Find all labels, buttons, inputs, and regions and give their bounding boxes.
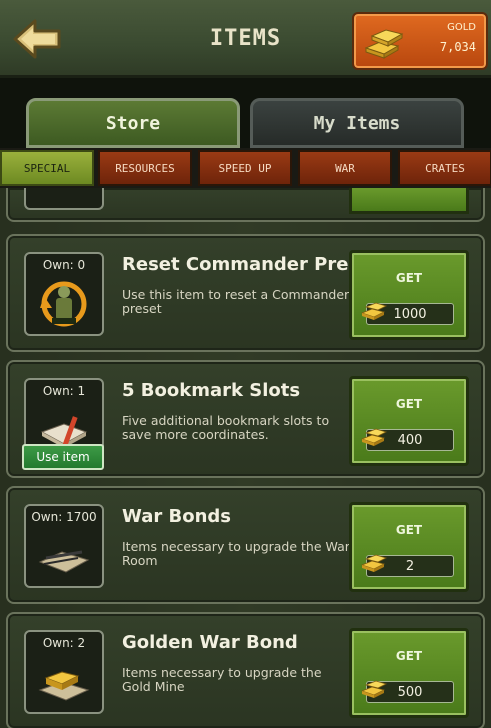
main-tab-bar: Store My Items [0,78,491,148]
category-special[interactable]: SPECIAL [0,150,94,186]
get-button[interactable]: GET 400 [349,376,469,466]
item-name: 5 Bookmark Slots [122,380,301,401]
category-war[interactable]: WAR [298,150,392,186]
category-resources[interactable]: RESOURCES [98,150,192,186]
header-bar: ITEMS GOLD 7,034 [0,0,491,78]
list-item: Own: 1 Use item 5 Bookmark Slots Five ad… [6,360,485,478]
gold-bars-icon [360,554,388,572]
item-name: Golden War Bond [122,632,298,653]
list-item: Own: 2 Golden War Bond Items necessary t… [6,612,485,728]
gold-bars-icon [364,29,404,59]
price-value: 2 [405,558,415,574]
get-button[interactable]: GET 500 [349,628,469,718]
get-label: GET [395,523,423,537]
owned-count: Own: 2 [42,636,86,650]
war-bonds-icon [38,550,90,573]
tab-store[interactable]: Store [26,98,240,148]
item-description: Use this item to reset a Commander prese… [122,287,350,316]
item-description: Items necessary to upgrade the War Room [122,539,350,568]
item-thumbnail [24,188,104,210]
category-speed-up[interactable]: SPEED UP [198,150,292,186]
get-button[interactable]: GET 1000 [349,250,469,340]
owned-count: Own: 1700 [31,510,97,524]
item-thumbnail: Own: 2 [24,630,104,714]
price-value: 400 [397,432,423,448]
item-name: War Bonds [122,506,232,527]
gold-label: GOLD [447,22,476,33]
use-item-button[interactable]: Use item [22,444,104,470]
list-item: Own: 0 Reset Commander Preset Use this i… [6,234,485,352]
item-list[interactable]: Own: 0 Reset Commander Preset Use this i… [0,188,491,728]
gold-bars-icon [360,680,388,698]
gold-amount: 7,034 [439,40,476,54]
item-name: Reset Commander Preset [122,254,380,275]
item-description: Five additional bookmark slots to save m… [122,413,330,442]
get-button[interactable]: GET 2 [349,502,469,592]
owned-count: Own: 1 [42,384,86,398]
item-description: Items necessary to upgrade the Gold Mine [122,665,322,694]
price-value: 1000 [393,306,427,322]
get-button[interactable] [349,188,469,214]
golden-war-bond-icon [38,671,90,701]
item-thumbnail: Own: 1700 [24,504,104,588]
item-thumbnail: Own: 0 [24,252,104,336]
category-bar: SPECIAL RESOURCES SPEED UP WAR CRATES [0,148,491,188]
commander-preset-icon [40,281,87,327]
list-item: Own: 1700 War Bonds Items necessary to u… [6,486,485,604]
price-value: 500 [397,684,423,700]
get-label: GET [395,397,423,411]
gold-balance-button[interactable]: GOLD 7,034 [352,12,488,70]
gold-bars-icon [360,428,388,446]
category-crates[interactable]: CRATES [398,150,491,186]
owned-count: Own: 0 [42,258,86,272]
gold-bars-icon [360,302,388,320]
get-label: GET [395,271,423,285]
get-label: GET [395,649,423,663]
tab-my-items[interactable]: My Items [250,98,464,148]
list-item-partial [6,188,485,222]
